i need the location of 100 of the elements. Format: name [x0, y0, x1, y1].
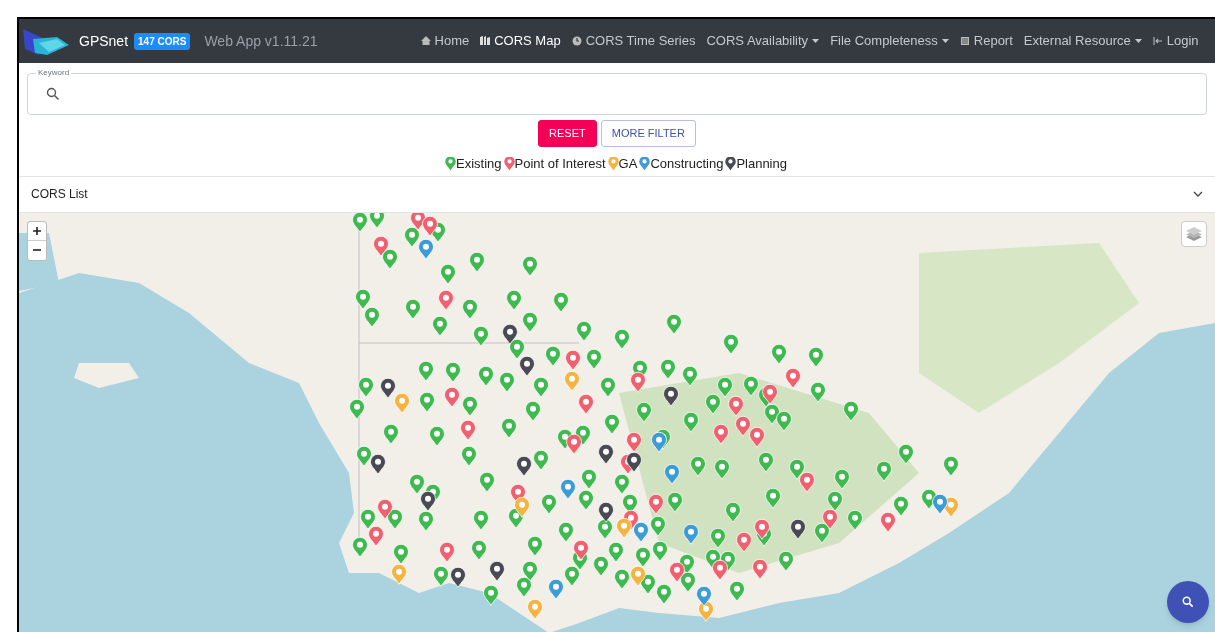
map-marker[interactable]: [522, 311, 538, 333]
map-marker[interactable]: [483, 584, 499, 606]
map-marker[interactable]: [409, 473, 425, 495]
map-marker[interactable]: [749, 426, 765, 448]
nav-link[interactable]: CORS Time Series: [571, 31, 696, 51]
map-marker[interactable]: [516, 455, 532, 477]
map-marker[interactable]: [630, 565, 646, 587]
map-marker[interactable]: [598, 501, 614, 523]
map-marker[interactable]: [566, 433, 582, 455]
map-marker[interactable]: [714, 458, 730, 480]
map-marker[interactable]: [558, 521, 574, 543]
filter-button[interactable]: MORE FILTER: [600, 120, 696, 147]
map-marker[interactable]: [369, 212, 385, 229]
map-marker[interactable]: [636, 401, 652, 423]
map-marker[interactable]: [522, 255, 538, 277]
map-marker[interactable]: [383, 423, 399, 445]
map-marker[interactable]: [614, 473, 630, 495]
map-marker[interactable]: [533, 449, 549, 471]
map-marker[interactable]: [355, 288, 371, 310]
map-marker[interactable]: [578, 489, 594, 511]
map-marker[interactable]: [545, 345, 561, 367]
map-marker[interactable]: [438, 289, 454, 311]
map-marker[interactable]: [564, 370, 580, 392]
map-marker[interactable]: [429, 425, 445, 447]
map-marker[interactable]: [683, 523, 699, 545]
map-marker[interactable]: [450, 566, 466, 588]
map-marker[interactable]: [462, 298, 478, 320]
map-marker[interactable]: [608, 541, 624, 563]
map-marker[interactable]: [626, 431, 642, 453]
map-marker[interactable]: [501, 417, 517, 439]
map-marker[interactable]: [578, 393, 594, 415]
map-marker[interactable]: [478, 365, 494, 387]
map-marker[interactable]: [752, 558, 768, 580]
map-marker[interactable]: [799, 471, 815, 493]
map-marker[interactable]: [728, 395, 744, 417]
map-marker[interactable]: [663, 385, 679, 407]
map-marker[interactable]: [418, 360, 434, 382]
map-marker[interactable]: [349, 398, 365, 420]
map-marker[interactable]: [586, 348, 602, 370]
map-marker[interactable]: [650, 515, 666, 537]
map-marker[interactable]: [433, 565, 449, 587]
map-marker[interactable]: [527, 535, 543, 557]
map-marker[interactable]: [690, 455, 706, 477]
map-marker[interactable]: [473, 325, 489, 347]
map-marker[interactable]: [614, 568, 630, 590]
nav-link[interactable]: Report: [959, 31, 1013, 51]
map-marker[interactable]: [533, 376, 549, 398]
map-marker[interactable]: [880, 511, 896, 533]
map-marker[interactable]: [553, 291, 569, 313]
map-marker[interactable]: [373, 235, 389, 257]
map-marker[interactable]: [514, 496, 530, 518]
map-marker[interactable]: [648, 493, 664, 515]
map-marker[interactable]: [810, 381, 826, 403]
map-marker[interactable]: [633, 521, 649, 543]
map-marker[interactable]: [725, 501, 741, 523]
map-marker[interactable]: [541, 493, 557, 515]
map-marker[interactable]: [548, 578, 564, 600]
map-marker[interactable]: [380, 377, 396, 399]
map-marker[interactable]: [525, 400, 541, 422]
map-marker[interactable]: [352, 536, 368, 558]
map-marker[interactable]: [834, 468, 850, 490]
map-marker[interactable]: [808, 346, 824, 368]
map-marker[interactable]: [462, 395, 478, 417]
layers-button[interactable]: [1181, 220, 1207, 247]
map-marker[interactable]: [391, 563, 407, 585]
map-marker[interactable]: [758, 451, 774, 473]
map-marker[interactable]: [502, 323, 518, 345]
cors-list-header[interactable]: CORS List: [19, 175, 1215, 213]
reset-button[interactable]: RESET: [538, 120, 597, 147]
map-marker[interactable]: [598, 443, 614, 465]
map-marker[interactable]: [666, 313, 682, 335]
map-marker[interactable]: [473, 509, 489, 531]
map-marker[interactable]: [696, 585, 712, 607]
map-marker[interactable]: [765, 487, 781, 509]
map-marker[interactable]: [445, 361, 461, 383]
map-marker[interactable]: [651, 431, 667, 453]
map-marker[interactable]: [680, 571, 696, 593]
map-marker[interactable]: [439, 541, 455, 563]
map-marker[interactable]: [822, 508, 838, 530]
map-marker[interactable]: [778, 550, 794, 572]
map-marker[interactable]: [729, 580, 745, 602]
map-marker[interactable]: [506, 289, 522, 311]
map-marker[interactable]: [776, 410, 792, 432]
map-marker[interactable]: [827, 490, 843, 512]
map-marker[interactable]: [516, 576, 532, 598]
map-marker[interactable]: [898, 443, 914, 465]
map-marker[interactable]: [790, 518, 806, 540]
map-marker[interactable]: [893, 495, 909, 517]
map-marker[interactable]: [652, 540, 668, 562]
map-marker[interactable]: [593, 555, 609, 577]
map-marker[interactable]: [422, 215, 438, 237]
map-marker[interactable]: [418, 238, 434, 260]
map-marker[interactable]: [440, 263, 456, 285]
map-marker[interactable]: [667, 491, 683, 513]
map-marker[interactable]: [471, 539, 487, 561]
map-marker[interactable]: [360, 508, 376, 530]
map-marker[interactable]: [604, 413, 620, 435]
nav-link[interactable]: External Resource: [1023, 31, 1142, 51]
map-marker[interactable]: [736, 531, 752, 553]
map-marker[interactable]: [382, 248, 398, 270]
